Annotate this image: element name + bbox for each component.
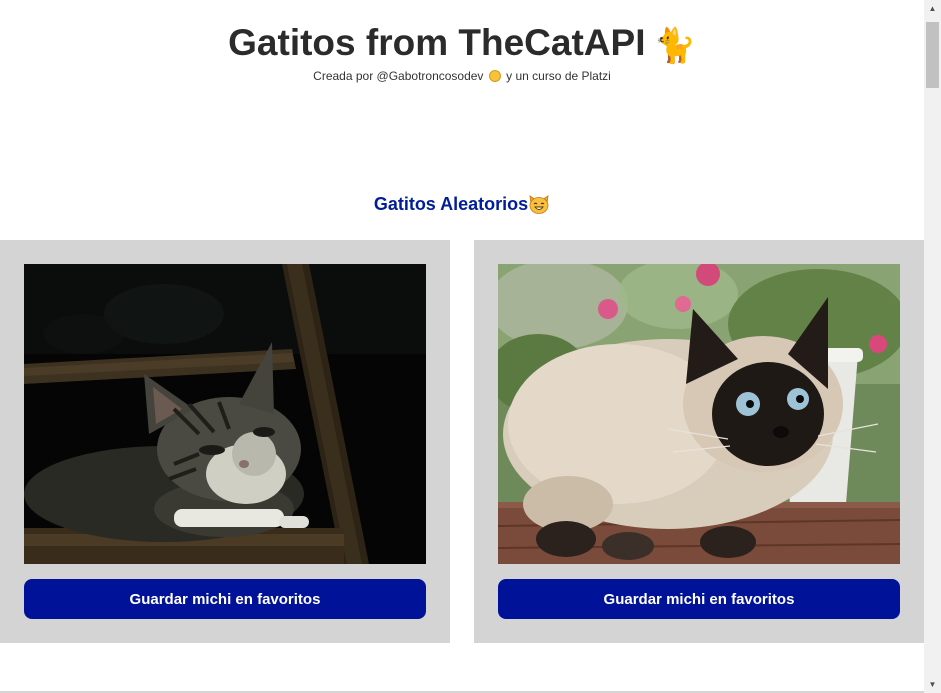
tabby-cat-image [24, 264, 426, 564]
smiling-cat-face-icon [529, 195, 549, 214]
page-title: Gatitos from TheCatAPI 🐈 [0, 22, 924, 67]
section-title: Gatitos Aleatorios [0, 193, 924, 215]
cat-photo [498, 264, 900, 564]
page-title-text: Gatitos from TheCatAPI [228, 22, 646, 63]
subtitle-course: y un curso de Platzi [506, 69, 611, 83]
siamese-cat-image [498, 264, 900, 564]
subtitle: Creada por @Gabotroncosodev y un curso d… [0, 69, 924, 83]
section-title-text: Gatitos Aleatorios [373, 194, 529, 214]
cat-card: Guardar michi en favoritos [474, 240, 924, 643]
cat-icon: 🐈 [653, 27, 696, 65]
hugging-face-icon [488, 70, 501, 82]
scroll-up-arrow-icon[interactable]: ▲ [924, 0, 941, 17]
save-favorite-button[interactable]: Guardar michi en favoritos [24, 579, 426, 619]
cat-card: Guardar michi en favoritos [0, 240, 450, 643]
scrollbar-thumb[interactable] [926, 22, 939, 88]
random-cats-section: Guardar michi en favoritos Guardar michi… [0, 240, 924, 643]
cat-photo [24, 264, 426, 564]
vertical-scrollbar[interactable]: ▲ ▼ [924, 0, 941, 693]
header: Gatitos from TheCatAPI 🐈 Creada por @Gabo… [0, 0, 924, 83]
subtitle-author: Creada por @Gabotroncosodev [313, 69, 484, 83]
save-favorite-button[interactable]: Guardar michi en favoritos [498, 579, 900, 619]
page: Gatitos from TheCatAPI 🐈 Creada por @Gabo… [0, 0, 924, 693]
scroll-down-arrow-icon[interactable]: ▼ [924, 676, 941, 693]
